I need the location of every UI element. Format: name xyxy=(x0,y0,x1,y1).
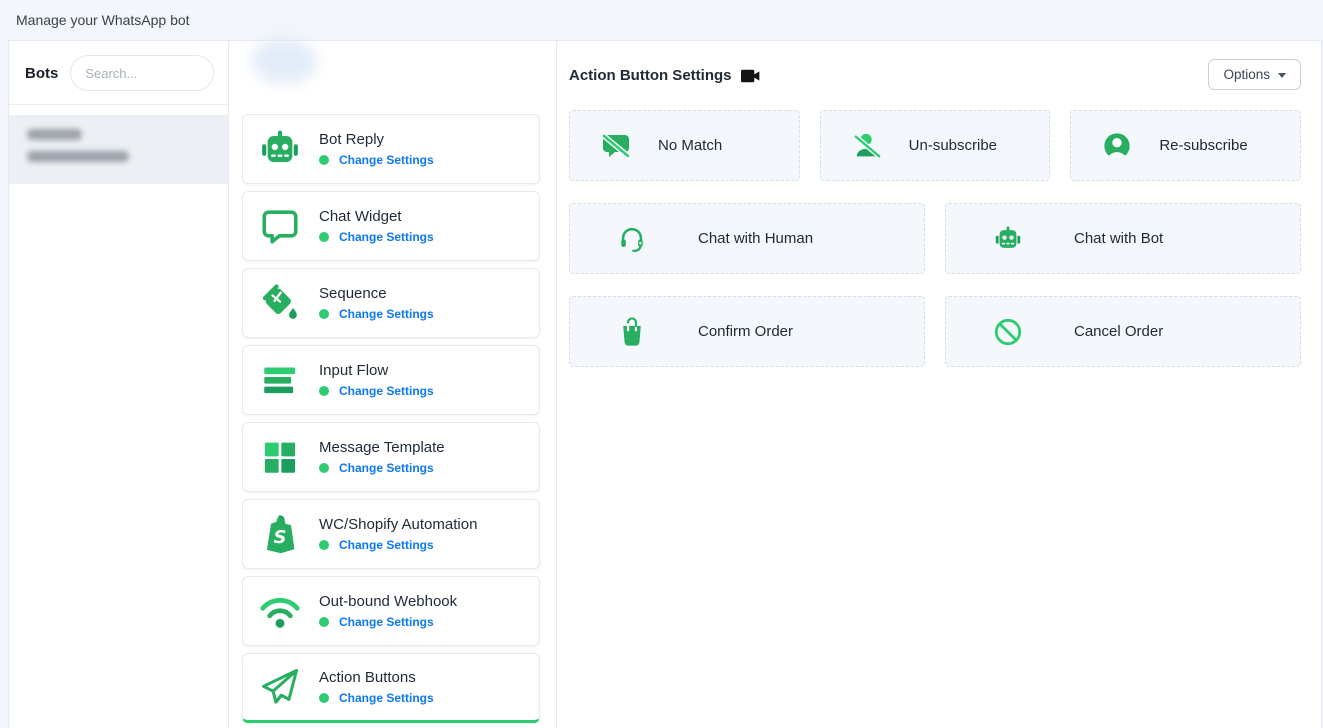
shopping-bag-icon xyxy=(616,316,648,348)
action-button-settings-panel: Action Button Settings Options xyxy=(557,41,1321,728)
action-label: Re-subscribe xyxy=(1159,137,1247,154)
headset-icon xyxy=(616,223,648,255)
status-dot xyxy=(319,309,329,319)
change-settings-link[interactable]: Change Settings xyxy=(339,307,434,321)
feature-title: Bot Reply xyxy=(319,131,434,148)
redacted-bot-phone xyxy=(27,151,129,162)
action-card-unsubscribe[interactable]: Un-subscribe xyxy=(820,110,1051,181)
action-card-resubscribe[interactable]: Re-subscribe xyxy=(1070,110,1301,181)
action-label: Chat with Bot xyxy=(1074,230,1163,247)
feature-card-message-template[interactable]: Message Template Change Settings xyxy=(242,422,540,492)
comment-slash-icon xyxy=(600,130,632,162)
feature-card-chat-widget[interactable]: Chat Widget Change Settings xyxy=(242,191,540,261)
grid-icon xyxy=(257,434,303,480)
page-title: Manage your WhatsApp bot xyxy=(16,12,190,28)
change-settings-link[interactable]: Change Settings xyxy=(339,691,434,705)
feature-title: Message Template xyxy=(319,439,445,456)
feature-title: Chat Widget xyxy=(319,208,434,225)
feature-card-sequence[interactable]: Sequence Change Settings xyxy=(242,268,540,338)
feature-card-action-buttons[interactable]: Action Buttons Change Settings xyxy=(242,653,540,723)
action-label: Cancel Order xyxy=(1074,323,1163,340)
options-button[interactable]: Options xyxy=(1208,59,1301,90)
top-header-bar: Manage your WhatsApp bot xyxy=(0,0,1323,40)
feature-title: Input Flow xyxy=(319,362,434,379)
status-dot xyxy=(319,232,329,242)
redacted-avatar-blob xyxy=(253,39,317,83)
user-slash-icon xyxy=(851,130,883,162)
status-dot xyxy=(319,540,329,550)
change-settings-link[interactable]: Change Settings xyxy=(339,615,434,629)
status-dot xyxy=(319,386,329,396)
wifi-icon xyxy=(257,588,303,634)
bots-heading: Bots xyxy=(25,65,58,82)
feature-card-bot-reply[interactable]: Bot Reply Change Settings xyxy=(242,114,540,184)
feature-title: Action Buttons xyxy=(319,669,434,686)
action-label: Confirm Order xyxy=(698,323,793,340)
robot-icon xyxy=(257,126,303,172)
paint-bucket-icon xyxy=(257,280,303,326)
feature-card-list: Bot Reply Change Settings Chat Widget xyxy=(242,114,540,723)
bot-list-item-selected[interactable] xyxy=(9,115,228,184)
status-dot xyxy=(319,463,329,473)
shopify-bag-icon: S xyxy=(257,511,303,557)
panel-title: Action Button Settings xyxy=(569,67,731,84)
sidebar-header: Bots xyxy=(9,41,228,105)
status-dot xyxy=(319,693,329,703)
feature-card-shopify-automation[interactable]: S WC/Shopify Automation Change Settings xyxy=(242,499,540,569)
feature-card-outbound-webhook[interactable]: Out-bound Webhook Change Settings xyxy=(242,576,540,646)
redacted-bot-name xyxy=(27,129,82,140)
change-settings-link[interactable]: Change Settings xyxy=(339,461,434,475)
action-label: Un-subscribe xyxy=(909,137,997,154)
action-card-chat-with-bot[interactable]: Chat with Bot xyxy=(945,203,1301,274)
user-circle-icon xyxy=(1101,130,1133,162)
feature-card-input-flow[interactable]: Input Flow Change Settings xyxy=(242,345,540,415)
action-buttons-grid: No Match Un-subscribe xyxy=(569,110,1301,367)
svg-text:S: S xyxy=(274,527,287,548)
action-card-chat-with-human[interactable]: Chat with Human xyxy=(569,203,925,274)
input-bars-icon xyxy=(257,357,303,403)
main-content-card: Bots xyxy=(8,40,1322,728)
status-dot xyxy=(319,155,329,165)
action-card-confirm-order[interactable]: Confirm Order xyxy=(569,296,925,367)
change-settings-link[interactable]: Change Settings xyxy=(339,384,434,398)
action-label: No Match xyxy=(658,137,722,154)
feature-title: Out-bound Webhook xyxy=(319,593,457,610)
chat-bubble-icon xyxy=(257,203,303,249)
paper-plane-icon xyxy=(257,664,303,710)
feature-settings-column: Bot Reply Change Settings Chat Widget xyxy=(229,41,557,728)
bots-sidebar: Bots xyxy=(9,41,229,728)
chevron-down-icon xyxy=(1278,73,1286,78)
status-dot xyxy=(319,617,329,627)
bot-search-input[interactable] xyxy=(70,55,214,91)
action-card-cancel-order[interactable]: Cancel Order xyxy=(945,296,1301,367)
change-settings-link[interactable]: Change Settings xyxy=(339,538,434,552)
video-camera-icon xyxy=(741,68,761,84)
change-settings-link[interactable]: Change Settings xyxy=(339,230,434,244)
action-card-no-match[interactable]: No Match xyxy=(569,110,800,181)
action-label: Chat with Human xyxy=(698,230,813,247)
robot-icon xyxy=(992,223,1024,255)
ban-icon xyxy=(992,316,1024,348)
feature-title: WC/Shopify Automation xyxy=(319,516,477,533)
change-settings-link[interactable]: Change Settings xyxy=(339,153,434,167)
feature-title: Sequence xyxy=(319,285,434,302)
